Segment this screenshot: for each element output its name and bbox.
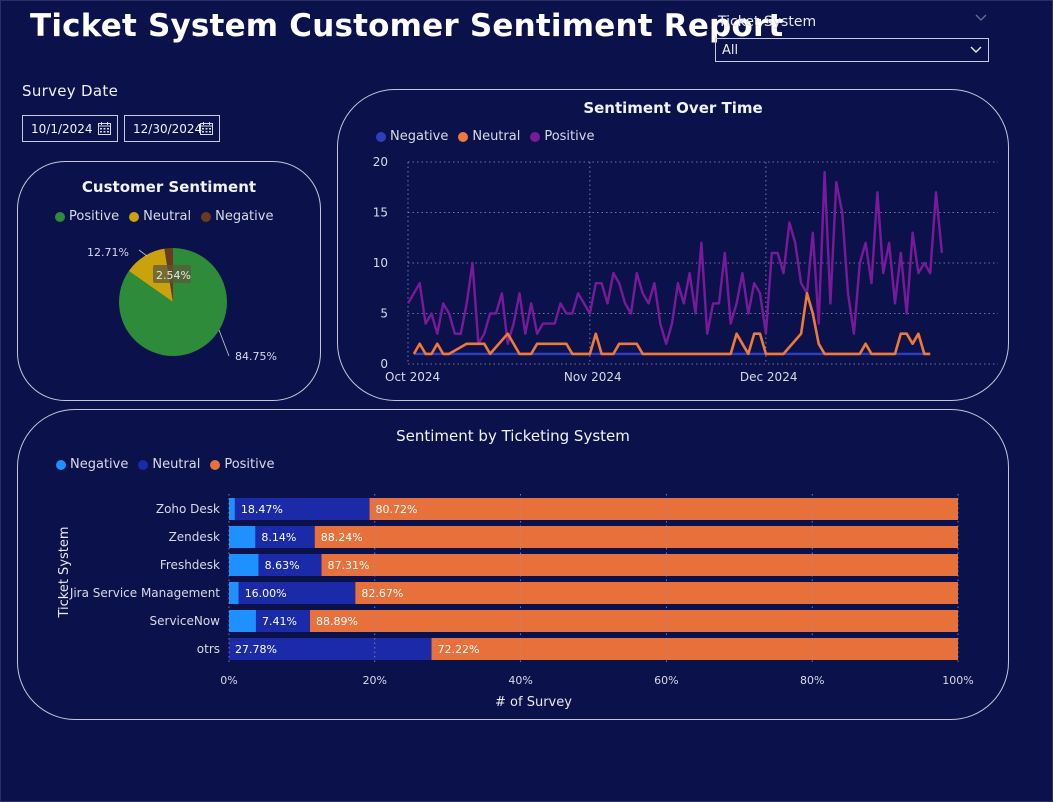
bar-segment-positive — [309, 610, 958, 632]
x-tick-label: 0% — [220, 674, 237, 687]
x-tick-label: 60% — [654, 674, 678, 687]
chevron-down-icon — [970, 46, 982, 53]
bar-segment-positive — [369, 498, 958, 520]
category-label: otrs — [197, 642, 220, 656]
category-label: ServiceNow — [150, 614, 221, 628]
series-line-positive — [406, 170, 944, 346]
start-date-input[interactable]: 10/1/2024 — [22, 115, 118, 142]
data-label: 8.63% — [265, 559, 300, 572]
data-label: 72.22% — [438, 643, 480, 656]
data-label: 7.41% — [262, 615, 297, 628]
y-tick-label: 10 — [373, 256, 388, 270]
end-date-input[interactable]: 12/30/2024 — [124, 115, 220, 142]
category-label: Zoho Desk — [156, 502, 220, 516]
ticket-system-dropdown-value: All — [722, 43, 739, 58]
pie-label-negative: 2.54% — [156, 269, 191, 282]
x-tick-label: 20% — [363, 674, 387, 687]
pie-label-positive: 84.75% — [235, 350, 277, 363]
x-tick-label: 100% — [942, 674, 973, 687]
bar-segment-positive — [431, 638, 958, 660]
data-label: 8.14% — [261, 531, 296, 544]
data-label: 88.89% — [316, 615, 358, 628]
x-axis-title: # of Survey — [495, 695, 572, 710]
y-tick-label: 20 — [373, 155, 388, 169]
page-title: Ticket System Customer Sentiment Report — [30, 8, 784, 44]
category-label: Freshdesk — [160, 558, 220, 572]
bar-segment-negative — [229, 526, 256, 548]
y-tick-label: 5 — [380, 307, 388, 321]
ticket-system-dropdown[interactable]: All — [715, 38, 989, 62]
leader-line — [218, 329, 230, 357]
stacked-bar-chart[interactable]: Zoho Desk 18.47% 80.72% Zendesk 8.14% 88.24% F… — [18, 410, 1008, 719]
x-tick-label: 40% — [508, 674, 532, 687]
bar-segment-negative — [229, 554, 259, 576]
bar-segment-positive — [321, 554, 958, 576]
data-label: 82.67% — [361, 587, 403, 600]
pie-label-neutral: 12.71% — [87, 246, 129, 259]
x-tick-label: Dec 2024 — [740, 370, 798, 384]
ticket-system-slicer-label: Ticket System — [718, 14, 817, 30]
category-label: Jira Service Management — [69, 586, 220, 600]
survey-date-label: Survey Date — [22, 82, 119, 100]
y-tick-label: 0 — [380, 357, 388, 371]
bar-segment-negative — [229, 498, 235, 520]
bar-segment-positive — [314, 526, 958, 548]
customer-sentiment-card: Customer Sentiment Positive Neutral Nega… — [17, 161, 321, 401]
x-tick-label: Nov 2024 — [564, 370, 622, 384]
y-axis-title: Ticket System — [57, 526, 72, 618]
bar-segment-negative — [229, 610, 256, 632]
data-label: 16.00% — [245, 587, 287, 600]
leader-line — [138, 249, 148, 257]
slicer-collapse-chevron-icon[interactable] — [975, 12, 987, 24]
sentiment-over-time-card: Sentiment Over Time Negative Neutral Pos… — [337, 89, 1009, 401]
bar-segment-negative — [229, 582, 239, 604]
x-tick-label: Oct 2024 — [385, 370, 440, 384]
bar-segment-positive — [355, 582, 958, 604]
start-date-value: 10/1/2024 — [31, 122, 93, 136]
data-label: 88.24% — [321, 531, 363, 544]
x-tick-label: 80% — [800, 674, 824, 687]
y-tick-label: 15 — [373, 206, 388, 220]
sentiment-by-ticketing-system-card: Sentiment by Ticketing System Negative N… — [17, 409, 1009, 720]
pie-chart[interactable]: 84.75% 12.71% 2.54% — [18, 162, 320, 400]
calendar-icon[interactable] — [200, 122, 213, 135]
category-label: Zendesk — [169, 530, 220, 544]
data-label: 80.72% — [376, 503, 418, 516]
data-label: 27.78% — [235, 643, 277, 656]
data-label: 18.47% — [241, 503, 283, 516]
end-date-value: 12/30/2024 — [133, 122, 203, 136]
line-chart[interactable]: 0 5 10 15 20 Oct 2024 Nov 2024 Dec 2024 — [338, 90, 1008, 400]
data-label: 87.31% — [328, 559, 370, 572]
calendar-icon[interactable] — [98, 122, 111, 135]
